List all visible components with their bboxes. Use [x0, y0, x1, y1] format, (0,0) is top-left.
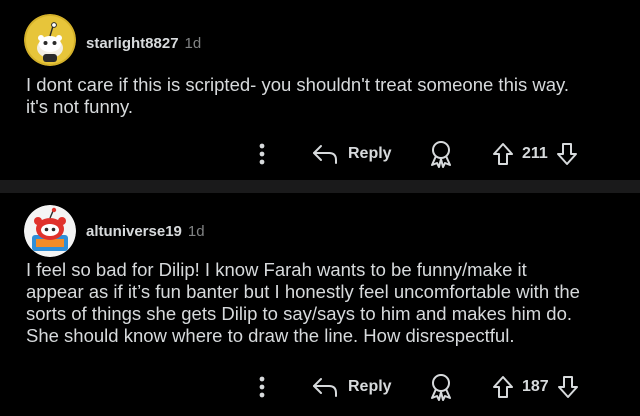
comment-age: 1d [187, 223, 205, 240]
comment-body-line: She should know where to draw the line. … [26, 325, 515, 346]
comment: starlight8827 1d I dont care if this is s… [0, 0, 640, 180]
comment-divider [0, 180, 640, 193]
more-options-button[interactable] [250, 370, 274, 404]
reply-button[interactable]: Reply [312, 370, 392, 404]
comment: altuniverse19 1d I feel so bad for Dilip!… [0, 193, 640, 416]
comment-header: altuniverse19 1d [86, 223, 205, 240]
vote-controls: 211 [492, 137, 578, 171]
reply-label: Reply [348, 378, 392, 395]
vote-count: 211 [522, 145, 548, 162]
vote-controls: 187 [492, 370, 579, 404]
comment-header: starlight8827 1d [86, 35, 201, 52]
more-vertical-icon [259, 143, 265, 165]
award-button[interactable] [426, 137, 456, 171]
reply-arrow-icon [313, 378, 337, 397]
upvote-arrow-icon[interactable] [492, 142, 514, 166]
comment-actions: Reply 187 [0, 370, 640, 404]
snoo-avatar-icon [24, 205, 76, 257]
avatar[interactable] [24, 14, 76, 66]
comment-actions: Reply 211 [0, 137, 640, 171]
comment-body-line: I dont care if this is scripted- you sho… [26, 74, 570, 95]
reply-label: Reply [348, 145, 392, 162]
downvote-arrow-icon[interactable] [556, 142, 578, 166]
comment-feed: starlight8827 1d I dont care if this is s… [0, 0, 640, 416]
comment-age: 1d [184, 35, 202, 52]
vote-count: 187 [522, 378, 549, 395]
award-button[interactable] [426, 370, 456, 404]
avatar[interactable] [24, 205, 76, 257]
username[interactable]: starlight8827 [86, 35, 179, 52]
comment-body: I dont care if this is scripted- you sho… [26, 74, 626, 118]
comment-body-line: sorts of things she gets Dilip to say/sa… [26, 303, 572, 324]
more-options-button[interactable] [250, 137, 274, 171]
comment-body-line: it's not funny. [26, 96, 134, 117]
reply-arrow-icon [313, 145, 337, 164]
snoo-avatar-icon [24, 14, 76, 66]
upvote-arrow-icon[interactable] [492, 375, 514, 399]
more-vertical-icon [259, 376, 265, 398]
username[interactable]: altuniverse19 [86, 223, 182, 240]
reply-button[interactable]: Reply [312, 137, 392, 171]
award-icon [431, 141, 451, 168]
comment-body: I feel so bad for Dilip! I know Farah wa… [26, 259, 626, 347]
award-icon [431, 374, 451, 401]
downvote-arrow-icon[interactable] [557, 375, 579, 399]
comment-body-line: appear as if it’s fun banter but I hones… [26, 281, 580, 302]
comment-body-line: I feel so bad for Dilip! I know Farah wa… [26, 259, 527, 280]
